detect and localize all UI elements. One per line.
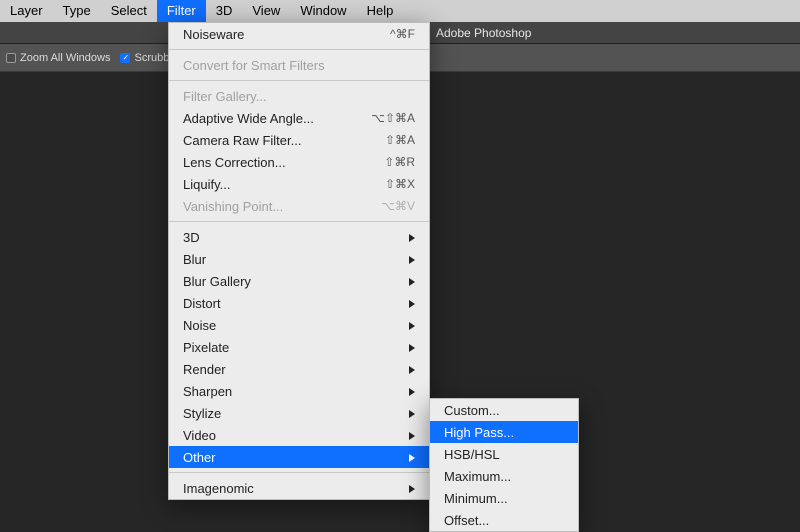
menu-item-label: Stylize [183, 406, 221, 421]
menu-item-label: Other [183, 450, 216, 465]
menu-item-label: Lens Correction... [183, 155, 286, 170]
menu-item-lens-correction[interactable]: Lens Correction... ⇧⌘R [169, 151, 429, 173]
menu-item-blur-gallery[interactable]: Blur Gallery [169, 270, 429, 292]
menubar-item-help[interactable]: Help [357, 0, 404, 22]
menubar-item-3d[interactable]: 3D [206, 0, 243, 22]
menu-item-label: Vanishing Point... [183, 199, 283, 214]
submenu-item-offset[interactable]: Offset... [430, 509, 578, 531]
menu-item-noiseware[interactable]: Noiseware ^⌘F [169, 23, 429, 45]
menubar-item-view[interactable]: View [242, 0, 290, 22]
menu-item-shortcut: ^⌘F [390, 27, 415, 41]
menubar-item-filter[interactable]: Filter [157, 0, 206, 22]
menu-item-filter-gallery: Filter Gallery... [169, 85, 429, 107]
menu-item-3d[interactable]: 3D [169, 226, 429, 248]
menu-separator [169, 80, 429, 81]
menu-item-liquify[interactable]: Liquify... ⇧⌘X [169, 173, 429, 195]
menu-item-label: Filter Gallery... [183, 89, 267, 104]
submenu-arrow-icon [409, 481, 415, 496]
menu-item-label: Adaptive Wide Angle... [183, 111, 314, 126]
submenu-item-custom[interactable]: Custom... [430, 399, 578, 421]
menu-item-camera-raw-filter[interactable]: Camera Raw Filter... ⇧⌘A [169, 129, 429, 151]
submenu-item-minimum[interactable]: Minimum... [430, 487, 578, 509]
menu-item-pixelate[interactable]: Pixelate [169, 336, 429, 358]
menu-item-label: Offset... [444, 513, 489, 528]
menu-item-convert-smart-filters: Convert for Smart Filters [169, 54, 429, 76]
menu-item-label: Imagenomic [183, 481, 254, 496]
menu-separator [169, 472, 429, 473]
menu-item-other[interactable]: Other [169, 446, 429, 468]
menu-item-imagenomic[interactable]: Imagenomic [169, 477, 429, 499]
menubar-item-layer[interactable]: Layer [0, 0, 53, 22]
menu-item-shortcut: ⌥⌘V [381, 199, 415, 213]
menu-item-label: High Pass... [444, 425, 514, 440]
menu-item-label: Blur Gallery [183, 274, 251, 289]
menu-item-label: Custom... [444, 403, 500, 418]
menu-item-label: Blur [183, 252, 206, 267]
scrubby-zoom-checkbox[interactable]: Scrubb [120, 52, 169, 64]
submenu-item-hsb-hsl[interactable]: HSB/HSL [430, 443, 578, 465]
menu-item-shortcut: ⇧⌘R [384, 155, 415, 169]
submenu-item-maximum[interactable]: Maximum... [430, 465, 578, 487]
menu-item-label: Maximum... [444, 469, 511, 484]
menu-item-label: Pixelate [183, 340, 229, 355]
menu-item-shortcut: ⇧⌘X [385, 177, 415, 191]
menu-separator [169, 49, 429, 50]
submenu-arrow-icon [409, 384, 415, 399]
submenu-arrow-icon [409, 340, 415, 355]
menu-item-label: Video [183, 428, 216, 443]
checkbox-box [120, 53, 130, 63]
submenu-arrow-icon [409, 406, 415, 421]
other-submenu: Custom... High Pass... HSB/HSL Maximum..… [429, 398, 579, 532]
menubar-item-select[interactable]: Select [101, 0, 157, 22]
checkbox-box [6, 53, 16, 63]
submenu-arrow-icon [409, 318, 415, 333]
menu-item-label: Liquify... [183, 177, 230, 192]
menu-item-label: HSB/HSL [444, 447, 500, 462]
menu-item-video[interactable]: Video [169, 424, 429, 446]
app-title: Adobe Photoshop [436, 22, 531, 44]
menu-item-label: Minimum... [444, 491, 508, 506]
menubar: Layer Type Select Filter 3D View Window … [0, 0, 800, 22]
menu-item-shortcut: ⇧⌘A [385, 133, 415, 147]
menu-item-label: Noiseware [183, 27, 244, 42]
submenu-arrow-icon [409, 296, 415, 311]
menu-item-stylize[interactable]: Stylize [169, 402, 429, 424]
submenu-arrow-icon [409, 230, 415, 245]
menu-item-label: Camera Raw Filter... [183, 133, 301, 148]
menubar-item-window[interactable]: Window [290, 0, 356, 22]
menu-item-shortcut: ⌥⇧⌘A [371, 111, 415, 125]
menu-item-render[interactable]: Render [169, 358, 429, 380]
submenu-arrow-icon [409, 450, 415, 465]
submenu-item-high-pass[interactable]: High Pass... [430, 421, 578, 443]
menu-item-label: Sharpen [183, 384, 232, 399]
menu-item-noise[interactable]: Noise [169, 314, 429, 336]
menu-item-vanishing-point: Vanishing Point... ⌥⌘V [169, 195, 429, 217]
submenu-arrow-icon [409, 428, 415, 443]
menu-item-blur[interactable]: Blur [169, 248, 429, 270]
menu-item-distort[interactable]: Distort [169, 292, 429, 314]
menu-item-label: Noise [183, 318, 216, 333]
submenu-arrow-icon [409, 274, 415, 289]
scrubby-zoom-label: Scrubb [134, 52, 169, 64]
menu-item-label: 3D [183, 230, 200, 245]
menu-separator [169, 221, 429, 222]
menu-item-label: Render [183, 362, 226, 377]
zoom-all-windows-checkbox[interactable]: Zoom All Windows [6, 52, 110, 64]
submenu-arrow-icon [409, 362, 415, 377]
menu-item-label: Convert for Smart Filters [183, 58, 325, 73]
menu-item-adaptive-wide-angle[interactable]: Adaptive Wide Angle... ⌥⇧⌘A [169, 107, 429, 129]
menu-item-label: Distort [183, 296, 221, 311]
menu-item-sharpen[interactable]: Sharpen [169, 380, 429, 402]
zoom-all-windows-label: Zoom All Windows [20, 52, 110, 64]
filter-menu: Noiseware ^⌘F Convert for Smart Filters … [168, 22, 430, 500]
menubar-item-type[interactable]: Type [53, 0, 101, 22]
submenu-arrow-icon [409, 252, 415, 267]
